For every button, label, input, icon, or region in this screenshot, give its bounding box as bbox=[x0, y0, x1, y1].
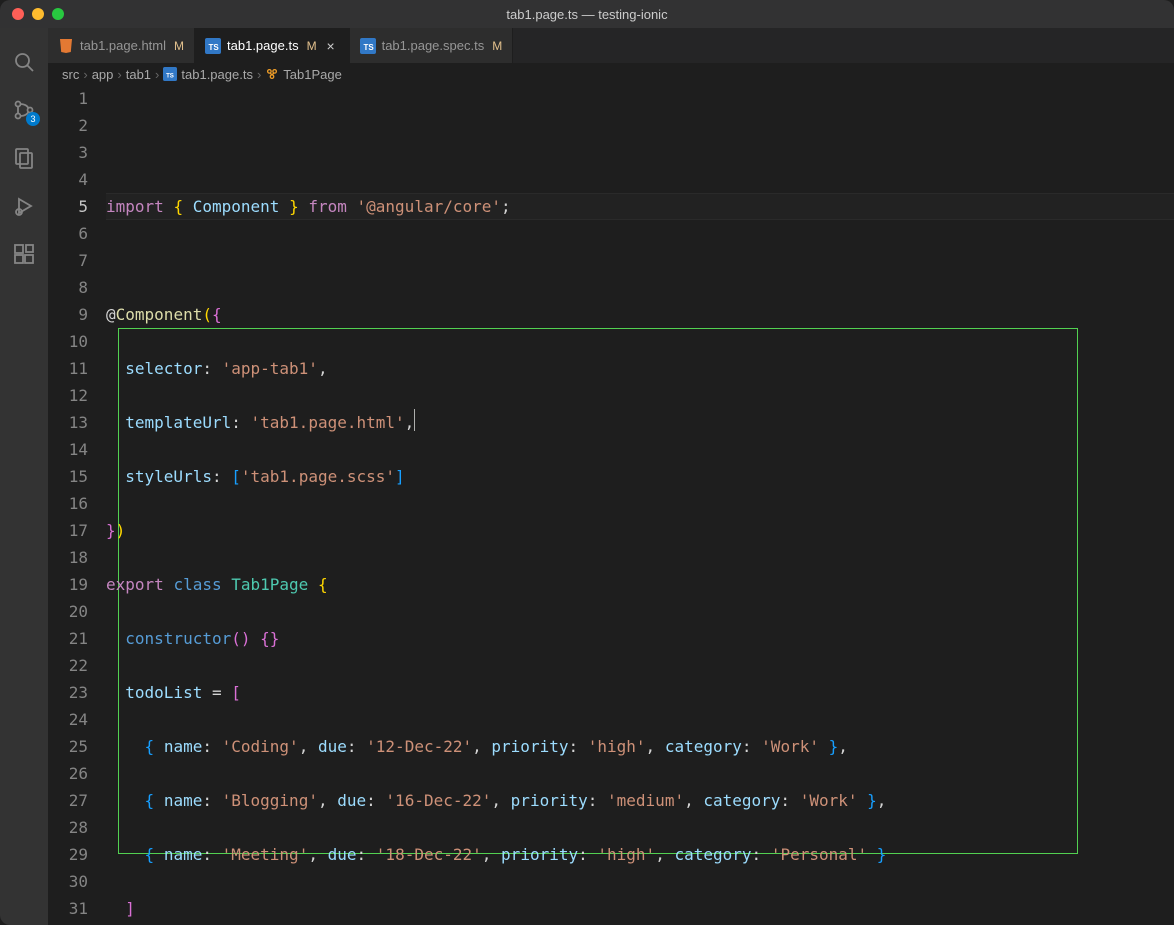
tab-tab1-page-html[interactable]: tab1.page.html M bbox=[48, 28, 195, 63]
breadcrumb-part[interactable]: Tab1Page bbox=[283, 67, 342, 82]
main-area: 3 tab1.page.html M TS tab1. bbox=[0, 28, 1174, 925]
close-icon[interactable]: × bbox=[323, 38, 339, 54]
code-editor[interactable]: 1 2 3 4 5 6 7 8 9 10 11 12 13 14 15 16 1 bbox=[48, 85, 1174, 925]
window-maximize-button[interactable] bbox=[52, 8, 64, 20]
tab-bar: tab1.page.html M TS tab1.page.ts M × TS … bbox=[48, 28, 1174, 63]
window-close-button[interactable] bbox=[12, 8, 24, 20]
tab-label: tab1.page.html bbox=[80, 38, 166, 53]
chevron-right-icon: › bbox=[257, 67, 261, 82]
tab-label: tab1.page.spec.ts bbox=[382, 38, 485, 53]
ts-file-icon: TS bbox=[205, 38, 221, 54]
breadcrumb-part[interactable]: src bbox=[62, 67, 79, 82]
breadcrumb-part[interactable]: tab1.page.ts bbox=[181, 67, 253, 82]
traffic-lights bbox=[0, 8, 64, 20]
tab-tab1-page-ts[interactable]: TS tab1.page.ts M × bbox=[195, 28, 350, 63]
editor-area: tab1.page.html M TS tab1.page.ts M × TS … bbox=[48, 28, 1174, 925]
chevron-right-icon: › bbox=[155, 67, 159, 82]
code-content[interactable]: import { Component } from '@angular/core… bbox=[106, 85, 1174, 925]
chevron-right-icon: › bbox=[83, 67, 87, 82]
text-cursor bbox=[414, 409, 415, 431]
explorer-icon[interactable] bbox=[0, 134, 48, 182]
breadcrumb-part[interactable]: tab1 bbox=[126, 67, 151, 82]
search-icon[interactable] bbox=[0, 38, 48, 86]
editor-window: tab1.page.ts — testing-ionic 3 bbox=[0, 0, 1174, 925]
line-number-gutter: 1 2 3 4 5 6 7 8 9 10 11 12 13 14 15 16 1 bbox=[48, 85, 106, 925]
extensions-icon[interactable] bbox=[0, 230, 48, 278]
source-control-badge: 3 bbox=[26, 112, 40, 126]
tab-modified-indicator: M bbox=[307, 39, 317, 53]
window-title: tab1.page.ts — testing-ionic bbox=[0, 7, 1174, 22]
ts-file-icon: TS bbox=[360, 38, 376, 54]
tab-label: tab1.page.ts bbox=[227, 38, 299, 53]
svg-text:TS: TS bbox=[363, 43, 374, 52]
breadcrumb[interactable]: src › app › tab1 › TS tab1.page.ts › Tab… bbox=[48, 63, 1174, 85]
svg-text:TS: TS bbox=[209, 43, 220, 52]
titlebar[interactable]: tab1.page.ts — testing-ionic bbox=[0, 0, 1174, 28]
svg-text:TS: TS bbox=[166, 73, 174, 80]
tab-modified-indicator: M bbox=[174, 39, 184, 53]
html-file-icon bbox=[58, 38, 74, 54]
chevron-right-icon: › bbox=[117, 67, 121, 82]
tab-tab1-page-spec-ts[interactable]: TS tab1.page.spec.ts M bbox=[350, 28, 514, 63]
breadcrumb-part[interactable]: app bbox=[92, 67, 114, 82]
run-debug-icon[interactable] bbox=[0, 182, 48, 230]
class-icon bbox=[265, 67, 279, 81]
source-control-icon[interactable]: 3 bbox=[0, 86, 48, 134]
ts-file-icon: TS bbox=[163, 67, 177, 81]
activity-bar: 3 bbox=[0, 28, 48, 925]
window-minimize-button[interactable] bbox=[32, 8, 44, 20]
tab-modified-indicator: M bbox=[492, 39, 502, 53]
